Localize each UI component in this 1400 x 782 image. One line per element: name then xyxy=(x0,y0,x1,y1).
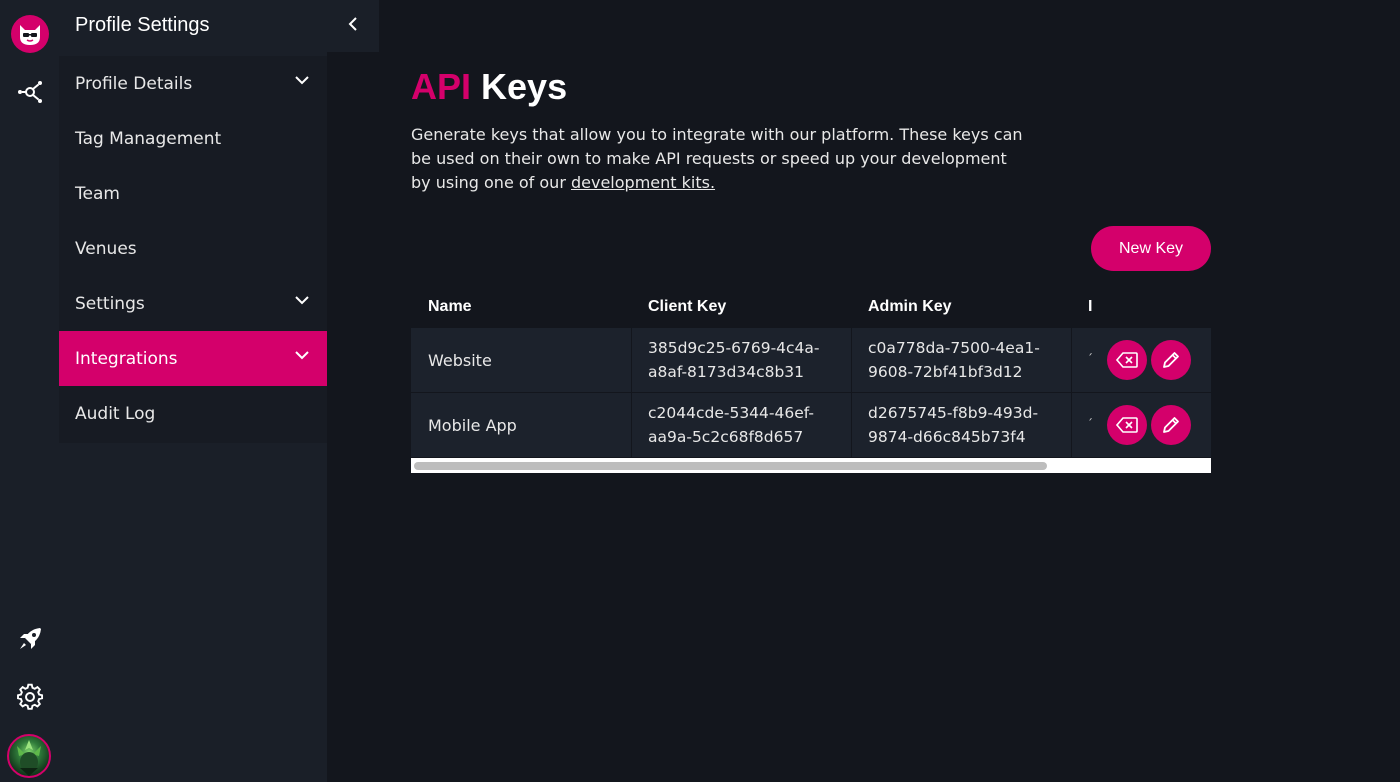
column-header-clipped: I xyxy=(1088,298,1093,315)
column-header-name[interactable]: Name xyxy=(428,298,472,316)
cat-logo-icon[interactable] xyxy=(11,15,49,53)
client-key-line-1: c2044cde-5344-46ef- xyxy=(648,404,814,422)
menu-item-settings[interactable]: Settings xyxy=(59,276,327,331)
menu-item-tag-management[interactable]: Tag Management xyxy=(59,111,327,166)
gear-icon[interactable] xyxy=(0,682,59,712)
row-client-key: 385d9c25-6769-4c4a- a8af-8173d34c8b31 xyxy=(648,328,820,392)
column-header-client-key[interactable]: Client Key xyxy=(648,298,726,316)
backspace-icon xyxy=(1116,352,1138,368)
edit-key-button[interactable] xyxy=(1151,340,1191,380)
menu-item-audit-log[interactable]: Audit Log xyxy=(59,386,327,441)
chevron-down-icon xyxy=(295,351,309,360)
client-key-line-2: a8af-8173d34c8b31 xyxy=(648,363,805,381)
network-icon[interactable] xyxy=(0,78,59,106)
menu-item-profile-details[interactable]: Profile Details xyxy=(59,56,327,111)
menu-item-label: Venues xyxy=(75,238,137,259)
horizontal-scrollbar[interactable] xyxy=(411,458,1211,473)
edit-key-button[interactable] xyxy=(1151,405,1191,445)
table-row: Mobile App c2044cde-5344-46ef- aa9a-5c2c… xyxy=(411,393,1211,457)
intro-body: Generate keys that allow you to integrat… xyxy=(411,125,1023,192)
delete-key-button[interactable] xyxy=(1107,340,1147,380)
page-title: Profile Settings xyxy=(75,14,210,36)
menu-item-label: Tag Management xyxy=(75,128,222,149)
admin-key-line-1: c0a778da-7500-4ea1- xyxy=(868,339,1040,357)
clipped-cell: ´ xyxy=(1087,417,1093,431)
pencil-icon xyxy=(1163,417,1179,433)
settings-menu: Profile Details Tag Management Team Venu… xyxy=(59,52,327,782)
chevron-left-icon xyxy=(348,17,357,31)
avatar[interactable] xyxy=(7,734,51,778)
table-header: Name Client Key Admin Key I xyxy=(411,288,1211,327)
api-keys-table: Name Client Key Admin Key I Website 385d… xyxy=(411,288,1211,473)
menu-item-label: Team xyxy=(75,183,120,204)
rocket-icon[interactable] xyxy=(0,624,59,654)
api-keys-title: API Keys xyxy=(411,66,567,108)
pencil-icon xyxy=(1163,352,1179,368)
client-key-line-1: 385d9c25-6769-4c4a- xyxy=(648,339,820,357)
clipped-cell: ´ xyxy=(1087,352,1093,366)
menu-list: Profile Details Tag Management Team Venu… xyxy=(59,56,327,443)
admin-key-line-2: 9874-d66c845b73f4 xyxy=(868,428,1026,446)
intro-text: Generate keys that allow you to integrat… xyxy=(411,123,1031,195)
column-divider xyxy=(631,328,632,392)
column-divider xyxy=(851,328,852,392)
title-rest: Keys xyxy=(481,66,568,107)
menu-item-team[interactable]: Team xyxy=(59,166,327,221)
admin-key-line-2: 9608-72bf41bf3d12 xyxy=(868,363,1023,381)
menu-item-label: Audit Log xyxy=(75,403,156,424)
column-divider xyxy=(1071,393,1072,457)
column-header-admin-key[interactable]: Admin Key xyxy=(868,298,952,316)
row-admin-key: d2675745-f8b9-493d- 9874-d66c845b73f4 xyxy=(868,393,1038,457)
chevron-down-icon xyxy=(295,76,309,85)
development-kits-link[interactable]: development kits. xyxy=(571,173,715,192)
column-divider xyxy=(1071,328,1072,392)
title-accent: API xyxy=(411,66,472,107)
main-content: API Keys Generate keys that allow you to… xyxy=(411,0,1400,782)
delete-key-button[interactable] xyxy=(1107,405,1147,445)
menu-item-integrations[interactable]: Integrations xyxy=(59,331,327,386)
chevron-down-icon xyxy=(295,296,309,305)
admin-key-line-1: d2675745-f8b9-493d- xyxy=(868,404,1039,422)
icon-rail xyxy=(0,0,59,782)
row-client-key: c2044cde-5344-46ef- aa9a-5c2c68f8d657 xyxy=(648,393,814,457)
table-row: Website 385d9c25-6769-4c4a- a8af-8173d34… xyxy=(411,328,1211,392)
menu-item-venues[interactable]: Venues xyxy=(59,221,327,276)
backspace-icon xyxy=(1116,417,1138,433)
scrollbar-thumb[interactable] xyxy=(414,462,1047,470)
new-key-button[interactable]: New Key xyxy=(1091,226,1211,271)
collapse-button[interactable] xyxy=(343,12,363,36)
menu-item-label: Settings xyxy=(75,293,145,314)
menu-item-label: Integrations xyxy=(75,348,178,369)
row-admin-key: c0a778da-7500-4ea1- 9608-72bf41bf3d12 xyxy=(868,328,1040,392)
row-name: Mobile App xyxy=(428,415,517,435)
client-key-line-2: aa9a-5c2c68f8d657 xyxy=(648,428,804,446)
column-divider xyxy=(851,393,852,457)
column-divider xyxy=(631,393,632,457)
row-name: Website xyxy=(428,350,492,370)
menu-item-label: Profile Details xyxy=(75,73,193,94)
menu-header: Profile Settings xyxy=(59,0,379,52)
